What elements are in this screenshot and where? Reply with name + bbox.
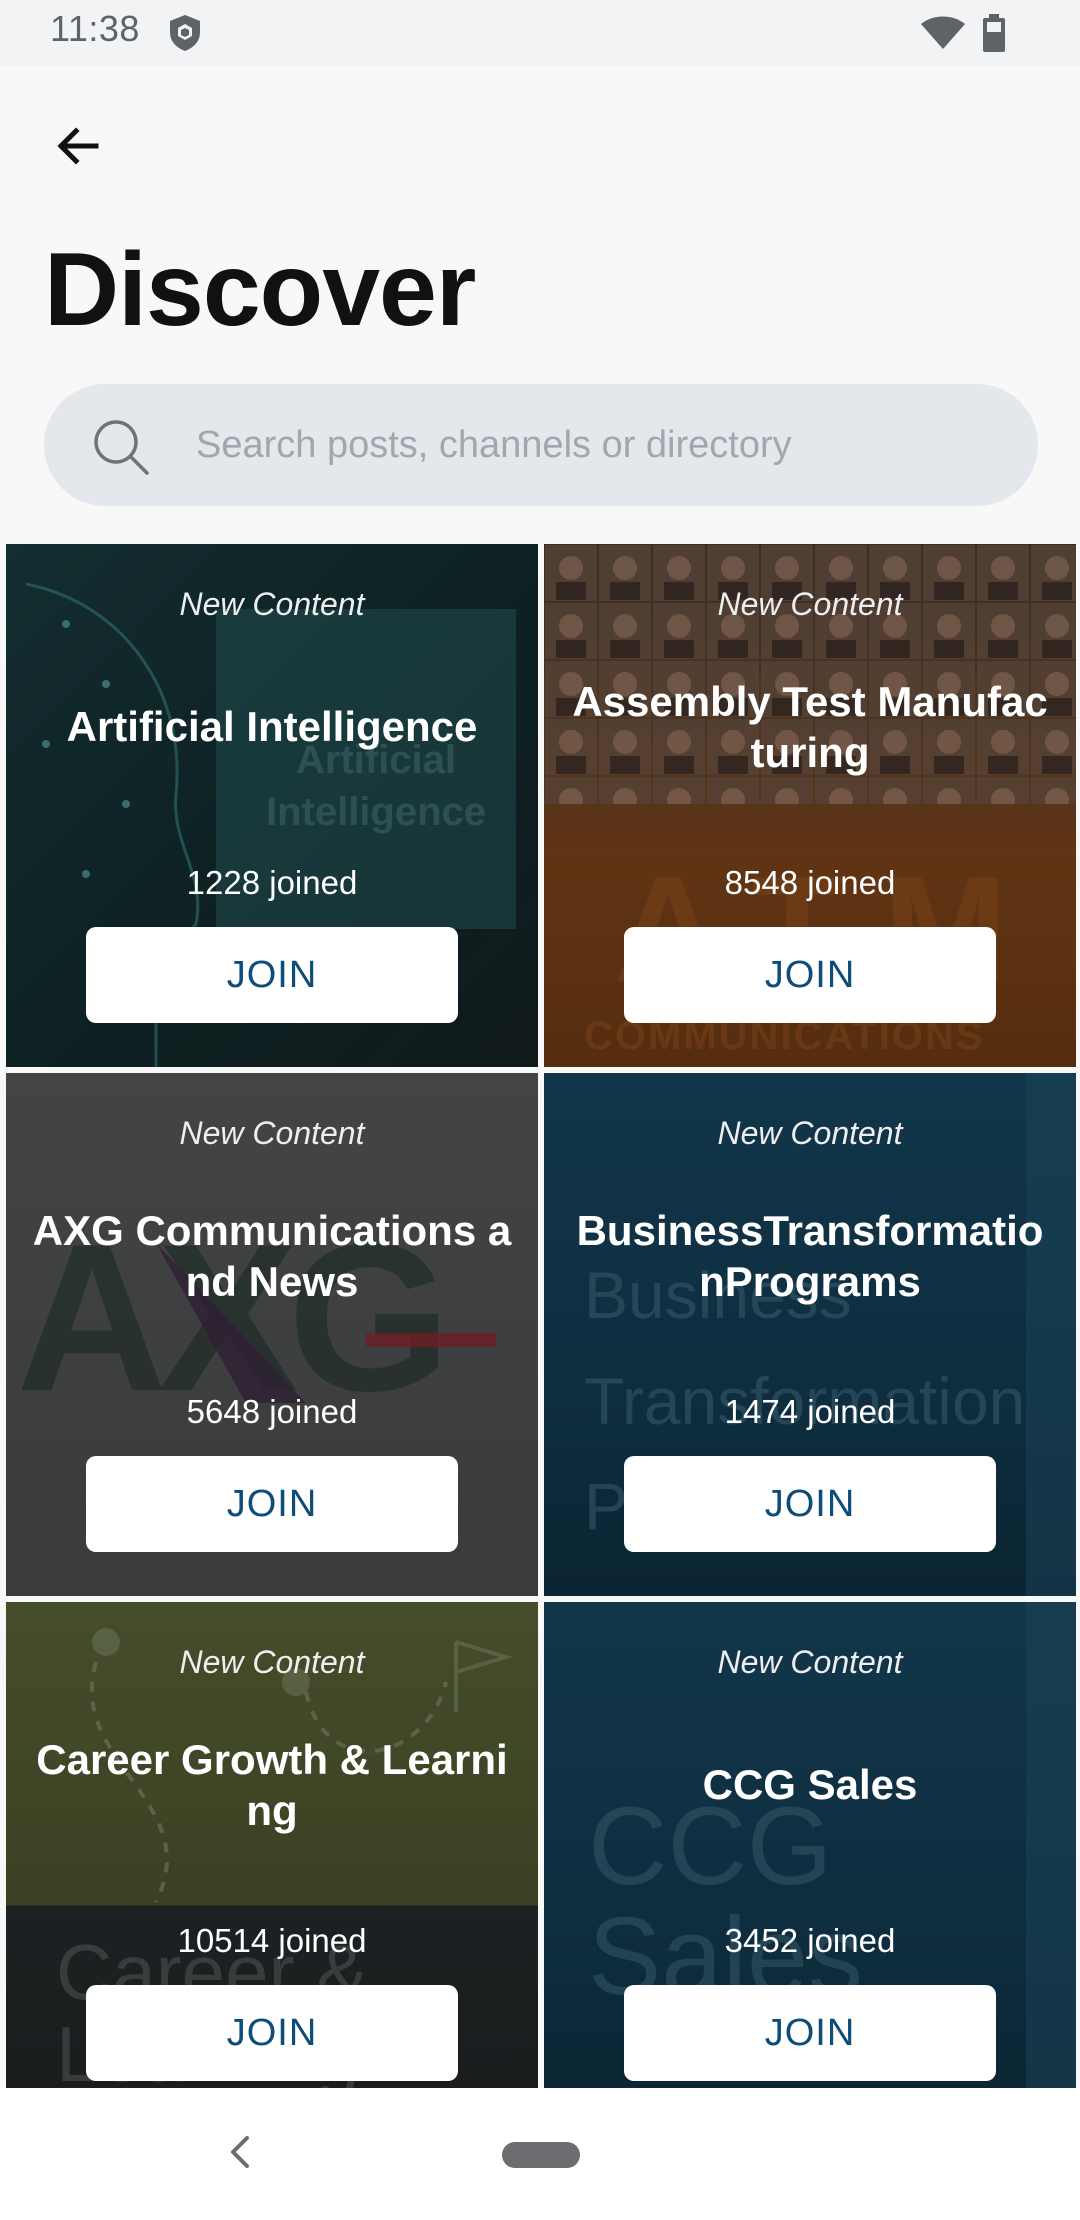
channel-card[interactable]: Business Transformation Programs New Con… xyxy=(544,1073,1076,1596)
search-input[interactable] xyxy=(196,384,996,506)
join-button[interactable]: JOIN xyxy=(86,1456,458,1552)
nav-back-button[interactable] xyxy=(212,2124,268,2180)
channel-card[interactable]: Artificial Intelligence New Content Arti… xyxy=(6,544,538,1067)
channel-card[interactable]: Career & Learning New Content Career Gro… xyxy=(6,1602,538,2088)
navigation-bar xyxy=(0,2088,1080,2220)
new-content-badge: New Content xyxy=(717,586,903,622)
channel-title: CCG Sales xyxy=(702,1761,918,1809)
new-content-badge: New Content xyxy=(717,1115,903,1151)
joined-count: 3452 joined xyxy=(724,1922,896,1959)
channel-card[interactable]: AXG New Content AXG Communications and N… xyxy=(6,1073,538,1596)
channel-grid: Artificial Intelligence New Content Arti… xyxy=(0,538,1080,2088)
arrow-left-icon xyxy=(57,127,99,165)
joined-count: 1228 joined xyxy=(186,864,358,901)
page-title: Discover xyxy=(44,232,476,348)
channel-title: Assembly Test Manufacturing xyxy=(572,677,1048,776)
joined-count: 10514 joined xyxy=(177,1922,367,1959)
joined-count: 1474 joined xyxy=(724,1393,896,1430)
channel-title: AXG Communications and News xyxy=(32,1206,512,1305)
new-content-badge: New Content xyxy=(179,586,365,622)
shield-icon xyxy=(170,15,200,51)
new-content-badge: New Content xyxy=(717,1644,903,1680)
new-content-badge: New Content xyxy=(179,1644,365,1680)
status-bar: 11:38 xyxy=(0,0,1080,66)
wifi-icon xyxy=(921,16,965,49)
home-pill-icon[interactable] xyxy=(502,2142,580,2168)
status-time: 11:38 xyxy=(50,8,140,49)
new-content-badge: New Content xyxy=(179,1115,365,1151)
joined-count: 5648 joined xyxy=(186,1393,358,1430)
search-icon xyxy=(94,420,149,475)
join-button[interactable]: JOIN xyxy=(86,1985,458,2081)
back-button[interactable] xyxy=(40,108,116,184)
channel-card[interactable]: ATM COMMUNICATIONS New Content Assembly … xyxy=(544,544,1076,1067)
join-button[interactable]: JOIN xyxy=(86,927,458,1023)
joined-count: 8548 joined xyxy=(724,864,896,901)
join-button[interactable]: JOIN xyxy=(624,1985,996,2081)
channel-card[interactable]: CCG Sales New Content CCG Sales 3452 joi… xyxy=(544,1602,1076,2088)
join-button[interactable]: JOIN xyxy=(624,1456,996,1552)
channel-title: Career Growth & Learning xyxy=(36,1735,508,1834)
battery-icon xyxy=(983,14,1005,52)
join-button[interactable]: JOIN xyxy=(624,927,996,1023)
search-bar[interactable] xyxy=(44,384,1038,506)
nav-back-icon xyxy=(231,2136,249,2168)
channel-title: BusinessTransformationPrograms xyxy=(576,1206,1044,1305)
channel-title: Artificial Intelligence xyxy=(66,703,478,751)
